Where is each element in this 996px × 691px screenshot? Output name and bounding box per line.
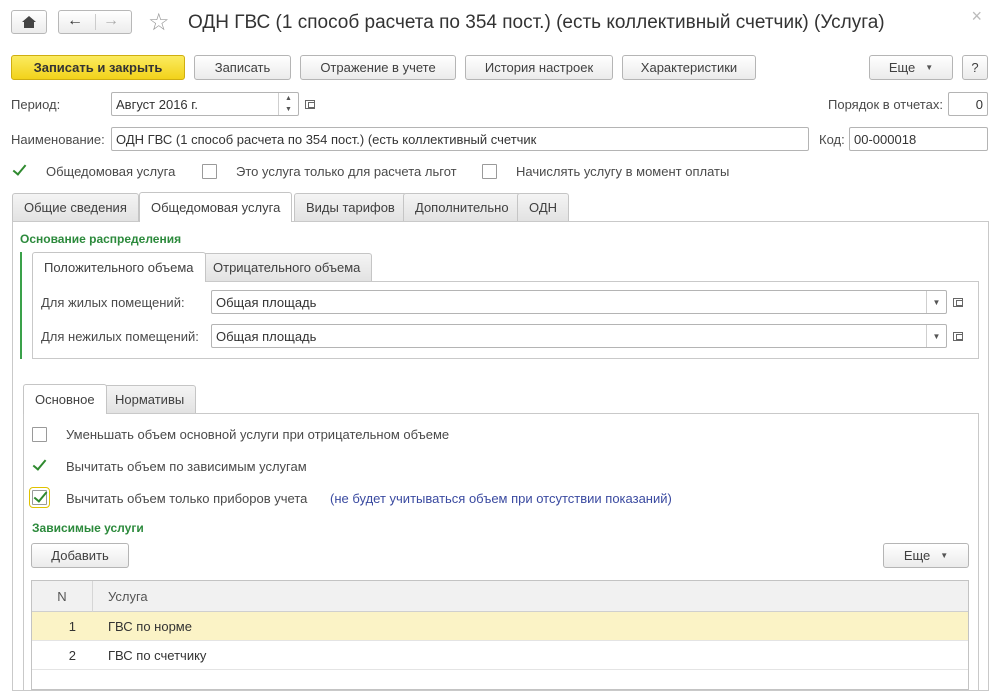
home-button[interactable] — [11, 10, 47, 34]
back-arrow-icon[interactable]: ← — [67, 12, 83, 30]
column-n-label: N — [57, 588, 67, 604]
tab-common-service[interactable]: Общедомовая услуга — [139, 192, 293, 222]
table-row[interactable]: 1 ГВС по норме — [32, 612, 968, 641]
chevron-down-icon[interactable]: ▼ — [926, 291, 946, 313]
reduce-volume-label: Уменьшать объем основной услуги при отри… — [66, 427, 450, 442]
benefit-only-checkbox[interactable] — [202, 164, 217, 179]
subtract-meters-checkbox[interactable] — [29, 487, 50, 508]
distribution-accent-bar — [20, 252, 22, 359]
tab-general[interactable]: Общие сведения — [12, 193, 139, 221]
distribution-title: Основание распределения — [20, 232, 182, 246]
favorite-star-icon[interactable]: ☆ — [148, 8, 170, 37]
dependent-more-button[interactable]: Еще ▼ — [883, 543, 969, 568]
home-icon — [22, 16, 36, 28]
history-button[interactable]: История настроек — [465, 55, 613, 80]
period-stepper[interactable]: ▲ ▼ — [278, 93, 298, 115]
help-button[interactable]: ? — [962, 55, 988, 80]
nonresidential-value: Общая площадь — [216, 328, 317, 344]
reduce-volume-checkbox[interactable] — [32, 427, 47, 442]
back-forward-buttons: ← → — [58, 10, 132, 34]
benefit-only-label: Это услуга только для расчета льгот — [236, 164, 457, 179]
forward-arrow-icon[interactable]: → — [103, 12, 119, 30]
row-number: 1 — [68, 618, 76, 634]
tab-additional[interactable]: Дополнительно — [403, 193, 521, 221]
subtract-dependent-label: Вычитать объем по зависимым услугам — [66, 459, 307, 474]
period-label: Период: — [11, 97, 61, 112]
tab-tariff-types[interactable]: Виды тарифов — [294, 193, 407, 221]
residential-value: Общая площадь — [216, 294, 317, 310]
tab-basic[interactable]: Основное — [23, 384, 107, 414]
name-field[interactable]: ОДН ГВС (1 способ расчета по 354 пост.) … — [111, 127, 809, 151]
period-open-icon[interactable] — [300, 93, 320, 115]
order-field[interactable]: 0 — [948, 92, 988, 116]
tab-norms[interactable]: Нормативы — [103, 385, 197, 413]
page-title: ОДН ГВС (1 способ расчета по 354 пост.) … — [188, 12, 885, 33]
row-number: 2 — [68, 647, 76, 663]
code-label: Код: — [819, 132, 845, 147]
add-button[interactable]: Добавить — [31, 543, 129, 568]
common-service-label: Общедомовая услуга — [46, 164, 176, 179]
nonresidential-label: Для нежилых помещений: — [41, 329, 199, 344]
common-service-checkbox[interactable] — [12, 164, 27, 179]
name-value: ОДН ГВС (1 способ расчета по 354 пост.) … — [116, 131, 537, 147]
dependent-services-title: Зависимые услуги — [32, 521, 144, 535]
order-label: Порядок в отчетах: — [828, 97, 943, 112]
residential-label: Для жилых помещений: — [41, 295, 185, 310]
column-header-n[interactable]: N — [32, 581, 93, 612]
charge-on-payment-label: Начислять услугу в момент оплаты — [516, 164, 730, 179]
stepper-up-icon: ▲ — [285, 95, 292, 102]
close-icon[interactable]: × — [971, 6, 982, 27]
period-field[interactable]: Август 2016 г. ▲ ▼ — [111, 92, 299, 116]
stepper-down-icon: ▼ — [285, 106, 292, 113]
accounting-button[interactable]: Отражение в учете — [300, 55, 456, 80]
meters-note: (не будет учитываться объем при отсутств… — [330, 491, 672, 506]
code-value: 00-000018 — [854, 131, 917, 147]
period-value: Август 2016 г. — [116, 96, 199, 112]
tab-odn[interactable]: ОДН — [517, 193, 570, 221]
residential-select[interactable]: Общая площадь ▼ — [211, 290, 947, 314]
order-value: 0 — [975, 96, 983, 112]
subtract-dependent-checkbox[interactable] — [32, 459, 47, 474]
subtract-meters-label: Вычитать объем только приборов учета — [66, 491, 308, 506]
name-label: Наименование: — [11, 132, 105, 147]
column-header-service[interactable]: Услуга — [93, 581, 968, 612]
tab-negative-volume[interactable]: Отрицательного объема — [201, 253, 373, 281]
save-button[interactable]: Записать — [194, 55, 291, 80]
dependent-more-label: Еще — [903, 548, 931, 563]
charge-on-payment-checkbox[interactable] — [482, 164, 497, 179]
table-row[interactable]: 2 ГВС по счетчику — [32, 641, 968, 670]
column-service-label: Услуга — [108, 588, 148, 604]
residential-open-icon[interactable] — [948, 291, 968, 313]
more-button[interactable]: Еще ▼ — [869, 55, 953, 80]
tab-positive-volume[interactable]: Положительного объема — [32, 252, 206, 282]
row-service: ГВС по норме — [108, 618, 192, 634]
save-and-close-button[interactable]: Записать и закрыть — [11, 55, 185, 80]
row-service: ГВС по счетчику — [108, 647, 207, 663]
characteristics-button[interactable]: Характеристики — [622, 55, 756, 80]
dependent-services-table: N Услуга 1 ГВС по норме 2 ГВС по счетчик… — [31, 580, 969, 690]
code-field[interactable]: 00-000018 — [849, 127, 988, 151]
nonresidential-open-icon[interactable] — [948, 325, 968, 347]
nonresidential-select[interactable]: Общая площадь ▼ — [211, 324, 947, 348]
chevron-down-icon: ▼ — [940, 551, 949, 560]
chevron-down-icon: ▼ — [925, 63, 934, 72]
chevron-down-icon[interactable]: ▼ — [926, 325, 946, 347]
more-label: Еще — [888, 60, 916, 75]
